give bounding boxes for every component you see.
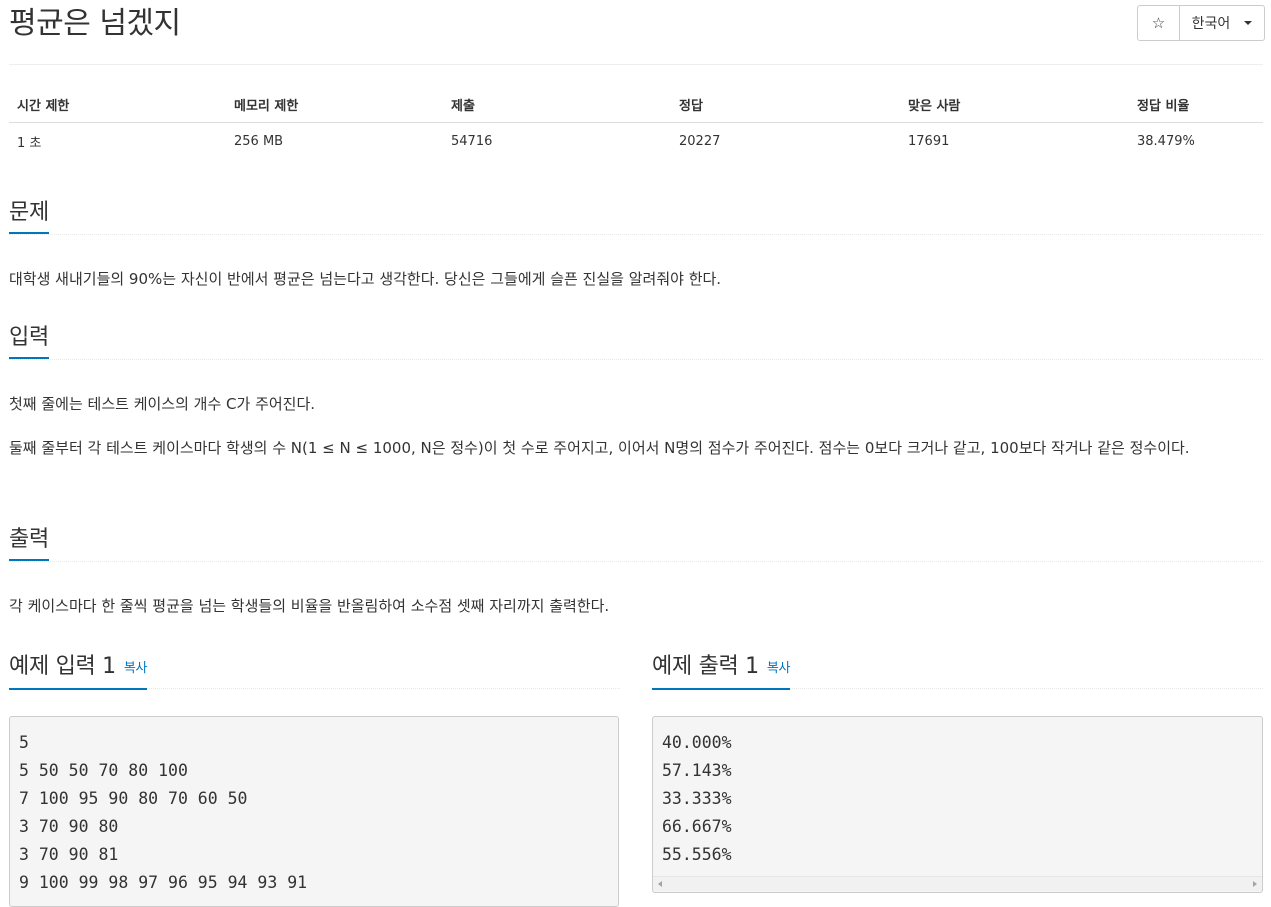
header-accepted: 정답	[671, 86, 900, 123]
header-submissions: 제출	[443, 86, 671, 123]
value-accept-ratio: 38.479%	[1137, 133, 1195, 149]
star-button[interactable]: ☆	[1138, 6, 1180, 40]
input-heading: 입력	[9, 321, 49, 359]
value-accepted: 20227	[679, 133, 721, 149]
sample-input-header: 예제 입력 1 복사	[9, 650, 620, 690]
problem-description: 대학생 새내기들의 90%는 자신이 반에서 평균은 넘는다고 생각한다. 당신…	[9, 270, 722, 288]
header-accept-ratio: 정답 비율	[1129, 86, 1263, 123]
sample-output-title: 예제 출력 1	[652, 654, 759, 679]
problem-heading: 문제	[9, 196, 49, 234]
title-divider	[9, 64, 1263, 65]
value-time-limit: 1 초	[17, 135, 42, 151]
input-description-line1: 첫째 줄에는 테스트 케이스의 개수 C가 주어진다.	[9, 395, 316, 413]
input-description-line2: 둘째 줄부터 각 테스트 케이스마다 학생의 수 N(1 ≤ N ≤ 1000,…	[9, 439, 1190, 457]
language-label: 한국어	[1191, 16, 1231, 32]
sample-input-box: 5 5 50 50 70 80 100 7 100 95 90 80 70 60…	[9, 716, 619, 907]
output-heading: 출력	[9, 523, 49, 561]
output-description: 각 케이스마다 한 줄씩 평균을 넘는 학생들의 비율을 반올림하여 소수점 셋…	[9, 597, 610, 615]
copy-sample-input-button[interactable]: 복사	[124, 661, 148, 676]
page-title: 평균은 넘겠지	[9, 6, 181, 41]
sample-output-scrollbar[interactable]	[653, 876, 1262, 891]
header-solved-users: 맞은 사람	[900, 86, 1129, 123]
sample-output-heading: 예제 출력 1 복사	[652, 650, 790, 690]
copy-sample-output-button[interactable]: 복사	[767, 661, 791, 676]
top-controls: ☆ 한국어	[1137, 5, 1265, 41]
value-solved-users: 17691	[908, 133, 950, 149]
scroll-left-icon[interactable]	[658, 881, 662, 887]
info-header-row: 시간 제한 메모리 제한 제출 정답 맞은 사람 정답 비율	[9, 86, 1263, 123]
sample-input-title: 예제 입력 1	[9, 654, 116, 679]
value-submissions: 54716	[451, 133, 493, 149]
value-memory-limit: 256 MB	[234, 133, 284, 149]
output-section-header: 출력	[9, 523, 1263, 562]
problem-section-header: 문제	[9, 196, 1263, 235]
chevron-down-icon	[1244, 21, 1253, 25]
header-time-limit: 시간 제한	[9, 86, 226, 123]
header-memory-limit: 메모리 제한	[226, 86, 443, 123]
problem-info-table: 시간 제한 메모리 제한 제출 정답 맞은 사람 정답 비율 1 초 256 M…	[9, 86, 1263, 159]
sample-output-box: 40.000% 57.143% 33.333% 66.667% 55.556%	[652, 716, 1263, 893]
sample-output-header: 예제 출력 1 복사	[652, 650, 1263, 690]
info-value-row: 1 초 256 MB 54716 20227 17691 38.479%	[9, 123, 1263, 160]
language-dropdown[interactable]: 한국어	[1180, 6, 1264, 40]
star-icon: ☆	[1151, 14, 1166, 32]
sample-input-heading: 예제 입력 1 복사	[9, 650, 147, 690]
scroll-right-icon[interactable]	[1253, 881, 1257, 887]
input-section-header: 입력	[9, 321, 1263, 360]
